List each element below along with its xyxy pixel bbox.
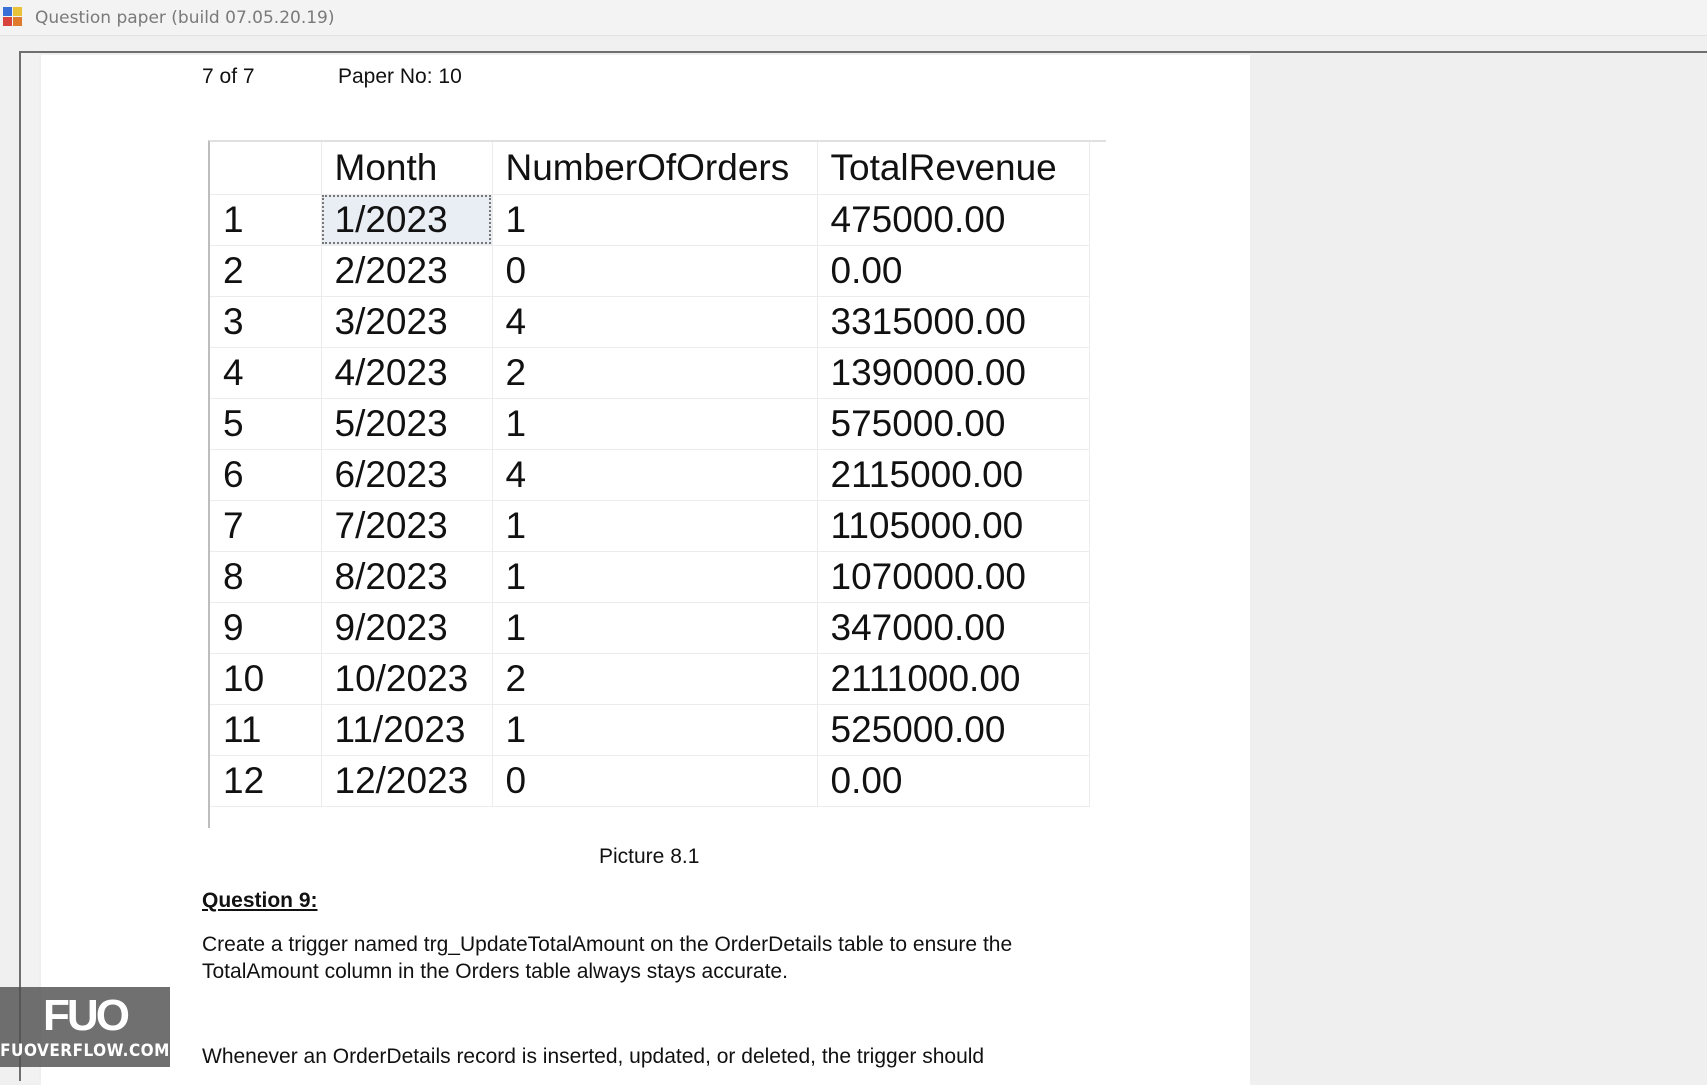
grid-cell-month: 10/2023 — [321, 653, 493, 705]
paper-number: Paper No: 10 — [338, 65, 462, 88]
grid-cell-month: 9/2023 — [321, 602, 493, 654]
grid-cell-revenue: 0.00 — [817, 245, 1090, 297]
grid-cell-month: 2/2023 — [321, 245, 493, 297]
grid-cell-month: 5/2023 — [321, 398, 493, 450]
grid-header-row: Month NumberOfOrders TotalRevenue — [210, 142, 1090, 195]
grid-cell-orders: 1 — [492, 398, 818, 450]
grid-cell-month: 12/2023 — [321, 755, 493, 807]
result-grid-picture: Month NumberOfOrders TotalRevenue 1 1/202… — [208, 140, 1106, 828]
grid-cell-rownum: 4 — [210, 347, 322, 399]
grid-cell-rownum: 8 — [210, 551, 322, 603]
grid-cell-month: 6/2023 — [321, 449, 493, 501]
grid-cell-orders: 1 — [492, 602, 818, 654]
grid-cell-rownum: 6 — [210, 449, 322, 501]
grid-cell-revenue: 1390000.00 — [817, 347, 1090, 399]
page-indicator: 7 of 7 — [202, 65, 255, 88]
table-row: 8 8/2023 1 1070000.00 — [210, 551, 1090, 603]
grid-cell-rownum: 1 — [210, 194, 322, 246]
table-row: 9 9/2023 1 347000.00 — [210, 602, 1090, 654]
table-row: 12 12/2023 0 0.00 — [210, 755, 1090, 807]
table-row: 7 7/2023 1 1105000.00 — [210, 500, 1090, 552]
grid-cell-revenue: 347000.00 — [817, 602, 1090, 654]
grid-cell-month: 11/2023 — [321, 704, 493, 756]
grid-cell-orders: 0 — [492, 755, 818, 807]
grid-cell-rownum: 12 — [210, 755, 322, 807]
window-title: Question paper (build 07.05.20.19) — [35, 8, 335, 28]
table-row: 10 10/2023 2 2111000.00 — [210, 653, 1090, 705]
question-text-continued: Whenever an OrderDetails record is inser… — [202, 1045, 985, 1068]
grid-cell-orders: 1 — [492, 500, 818, 552]
grid-cell-rownum: 2 — [210, 245, 322, 297]
grid-cell-orders: 2 — [492, 347, 818, 399]
grid-cell-orders: 1 — [492, 704, 818, 756]
grid-cell-revenue: 1105000.00 — [817, 500, 1090, 552]
grid-cell-revenue: 575000.00 — [817, 398, 1090, 450]
grid-cell-rownum: 3 — [210, 296, 322, 348]
grid-header-rownum — [210, 142, 322, 195]
table-row: 6 6/2023 4 2115000.00 — [210, 449, 1090, 501]
grid-cell-month: 7/2023 — [321, 500, 493, 552]
question-text: Create a trigger named trg_UpdateTotalAm… — [202, 933, 1013, 983]
grid-cell-orders: 1 — [492, 194, 818, 246]
grid-cell-orders: 1 — [492, 551, 818, 603]
grid-cell-revenue: 2111000.00 — [817, 653, 1090, 705]
grid-cell-revenue: 3315000.00 — [817, 296, 1090, 348]
grid-cell-rownum: 7 — [210, 500, 322, 552]
watermark-mark: FUO — [43, 991, 130, 1040]
grid-cell-rownum: 9 — [210, 602, 322, 654]
app-icon — [3, 7, 24, 27]
grid-cell-revenue: 1070000.00 — [817, 551, 1090, 603]
grid-header-revenue: TotalRevenue — [817, 142, 1090, 195]
grid-header-orders: NumberOfOrders — [492, 142, 818, 195]
document-viewer[interactable]: 7 of 7 Paper No: 10 Month NumberOfOrders… — [19, 51, 1707, 1085]
table-row: 5 5/2023 1 575000.00 — [210, 398, 1090, 450]
grid-cell-revenue: 475000.00 — [817, 194, 1090, 246]
grid-cell-revenue: 525000.00 — [817, 704, 1090, 756]
grid-cell-orders: 0 — [492, 245, 818, 297]
grid-cell-revenue: 0.00 — [817, 755, 1090, 807]
grid-cell-rownum: 11 — [210, 704, 322, 756]
grid-cell-month: 3/2023 — [321, 296, 493, 348]
table-row: 11 11/2023 1 525000.00 — [210, 704, 1090, 756]
result-grid: Month NumberOfOrders TotalRevenue 1 1/202… — [210, 142, 1090, 807]
table-row: 1 1/2023 1 475000.00 — [210, 194, 1090, 246]
table-row: 2 2/2023 0 0.00 — [210, 245, 1090, 297]
grid-cell-orders: 4 — [492, 296, 818, 348]
paper-page: 7 of 7 Paper No: 10 Month NumberOfOrders… — [41, 55, 1250, 1085]
grid-cell-month: 4/2023 — [321, 347, 493, 399]
viewer-margin — [21, 53, 39, 1083]
grid-cell-orders: 2 — [492, 653, 818, 705]
watermark-text: FUOVERFLOW.COM — [0, 1041, 170, 1061]
picture-caption: Picture 8.1 — [599, 845, 700, 868]
grid-cell-revenue: 2115000.00 — [817, 449, 1090, 501]
title-bar: Question paper (build 07.05.20.19) — [0, 0, 1707, 36]
grid-header-month: Month — [321, 142, 493, 195]
grid-cell-orders: 4 — [492, 449, 818, 501]
table-row: 3 3/2023 4 3315000.00 — [210, 296, 1090, 348]
grid-cell-rownum: 10 — [210, 653, 322, 705]
grid-cell-month: 8/2023 — [321, 551, 493, 603]
watermark-logo: FUO FUOVERFLOW.COM — [0, 987, 170, 1067]
grid-cell-rownum: 5 — [210, 398, 322, 450]
question-title: Question 9: — [202, 889, 318, 912]
grid-cell-month: 1/2023 — [321, 194, 493, 246]
table-row: 4 4/2023 2 1390000.00 — [210, 347, 1090, 399]
